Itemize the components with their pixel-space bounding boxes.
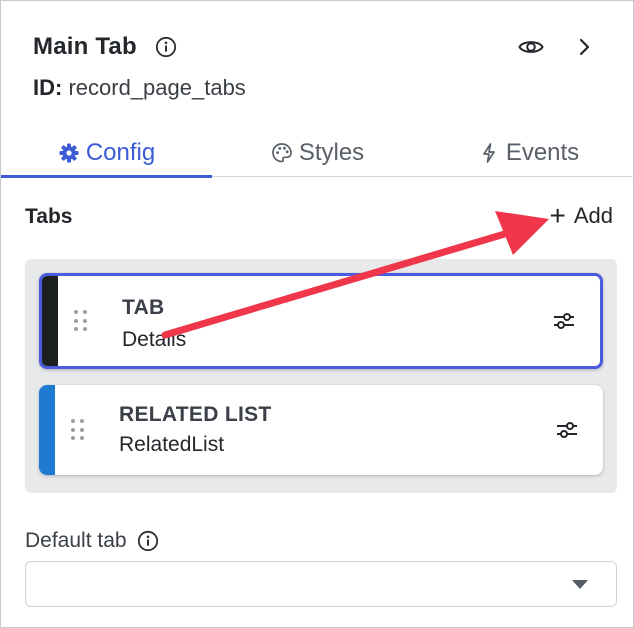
- tab-events-label: Events: [505, 139, 580, 166]
- sliders-icon[interactable]: [552, 309, 576, 333]
- palette-icon: [271, 142, 293, 164]
- gear-icon: [58, 142, 80, 164]
- chevron-right-icon[interactable]: [571, 33, 599, 61]
- tab-events[interactable]: Events: [423, 129, 634, 177]
- sliders-icon[interactable]: [555, 418, 579, 442]
- tab-item-type: TAB: [122, 296, 165, 319]
- panel-header: Main Tab: [33, 31, 613, 63]
- tab-list: TAB Details RELATED LIST RelatedList: [25, 259, 617, 493]
- tab-item-name: RelatedList: [119, 433, 225, 456]
- bolt-icon: [478, 142, 500, 164]
- tab-config-label: Config: [85, 139, 156, 166]
- component-id: ID: record_page_tabs: [33, 75, 246, 101]
- add-tab-button[interactable]: + Add: [549, 200, 613, 231]
- properties-panel: Main Tab ID: record_page_tabs Config Sty…: [0, 0, 634, 628]
- info-icon[interactable]: [155, 36, 177, 58]
- panel-tabs: Config Styles Events: [1, 129, 634, 178]
- tab-item-name: Details: [122, 328, 187, 351]
- tabs-section-title: Tabs: [25, 205, 73, 228]
- default-tab-label: Default tab: [25, 529, 159, 553]
- tab-item-details[interactable]: TAB Details: [39, 273, 603, 369]
- tab-item-stripe: [42, 276, 58, 366]
- id-value: record_page_tabs: [68, 75, 246, 100]
- tab-item-stripe: [39, 385, 55, 475]
- header-actions: [517, 33, 599, 61]
- drag-handle-icon[interactable]: [74, 310, 88, 332]
- tab-item-relatedlist[interactable]: RELATED LIST RelatedList: [39, 385, 603, 475]
- tab-styles-label: Styles: [298, 139, 365, 166]
- drag-handle-icon[interactable]: [71, 419, 85, 441]
- add-tab-label: Add: [573, 203, 613, 228]
- plus-icon: +: [549, 200, 566, 231]
- panel-title: Main Tab: [33, 33, 137, 60]
- tab-styles[interactable]: Styles: [212, 129, 423, 177]
- tab-item-type: RELATED LIST: [119, 403, 272, 426]
- tab-config[interactable]: Config: [1, 129, 212, 178]
- info-icon[interactable]: [137, 530, 159, 552]
- eye-icon[interactable]: [517, 33, 545, 61]
- default-tab-select[interactable]: [25, 561, 617, 607]
- default-tab-label-text: Default tab: [25, 529, 127, 552]
- caret-down-icon: [572, 580, 588, 589]
- id-label: ID:: [33, 75, 63, 100]
